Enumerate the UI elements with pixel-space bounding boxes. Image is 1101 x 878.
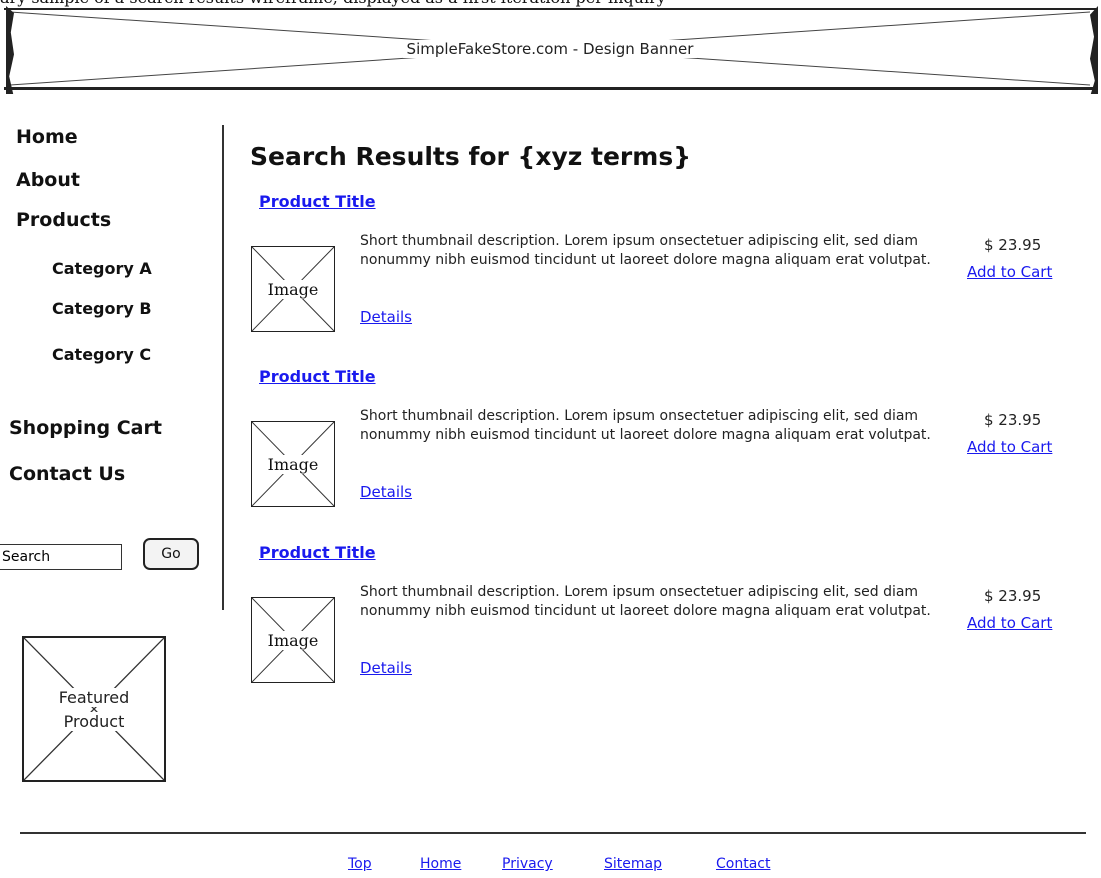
- product-description: Short thumbnail description. Lorem ipsum…: [360, 233, 931, 268]
- product-result: Product Title Image Short thumbnail desc…: [250, 543, 1080, 713]
- footer-link-top[interactable]: Top: [348, 856, 372, 872]
- nav-category-c[interactable]: Category C: [52, 345, 151, 364]
- thumbnail-label: Image: [266, 455, 320, 474]
- product-thumbnail[interactable]: Image: [251, 246, 335, 332]
- product-price: $ 23.95: [984, 411, 1042, 429]
- nav-category-a[interactable]: Category A: [52, 259, 152, 278]
- design-banner: SimpleFakeStore.com - Design Banner: [4, 6, 1098, 94]
- product-description: Short thumbnail description. Lorem ipsum…: [360, 408, 931, 443]
- banner-text: SimpleFakeStore.com - Design Banner: [402, 40, 698, 58]
- details-link[interactable]: Details: [360, 659, 412, 677]
- featured-label-line2: Product: [61, 712, 127, 731]
- add-to-cart-link[interactable]: Add to Cart: [967, 614, 1052, 632]
- product-price: $ 23.95: [984, 587, 1042, 605]
- product-description: Short thumbnail description. Lorem ipsum…: [360, 584, 931, 619]
- product-title-link[interactable]: Product Title: [259, 543, 376, 562]
- thumbnail-label: Image: [266, 280, 320, 299]
- footer-link-home[interactable]: Home: [420, 856, 461, 872]
- nav-category-b[interactable]: Category B: [52, 299, 152, 318]
- product-result: Product Title Image Short thumbnail desc…: [250, 192, 1080, 362]
- product-thumbnail[interactable]: Image: [251, 421, 335, 507]
- footer-divider: [20, 832, 1086, 834]
- product-result: Product Title Image Short thumbnail desc…: [250, 367, 1080, 537]
- footer-link-sitemap[interactable]: Sitemap: [604, 856, 662, 872]
- footer-link-privacy[interactable]: Privacy: [502, 856, 553, 872]
- details-link[interactable]: Details: [360, 308, 412, 326]
- details-link[interactable]: Details: [360, 483, 412, 501]
- nav-products[interactable]: Products: [16, 209, 111, 231]
- product-thumbnail[interactable]: Image: [251, 597, 335, 683]
- product-title-link[interactable]: Product Title: [259, 192, 376, 211]
- nav-about[interactable]: About: [16, 169, 80, 191]
- product-title-link[interactable]: Product Title: [259, 367, 376, 386]
- nav-contact-us[interactable]: Contact Us: [9, 463, 125, 485]
- featured-label-line1: Featured: [56, 688, 132, 707]
- search-input[interactable]: [0, 544, 122, 570]
- go-button[interactable]: Go: [143, 538, 199, 570]
- add-to-cart-link[interactable]: Add to Cart: [967, 438, 1052, 456]
- sidebar-divider: [222, 125, 224, 610]
- nav-shopping-cart[interactable]: Shopping Cart: [9, 417, 162, 439]
- add-to-cart-link[interactable]: Add to Cart: [967, 263, 1052, 281]
- nav-home[interactable]: Home: [16, 126, 78, 148]
- product-price: $ 23.95: [984, 236, 1042, 254]
- footer-link-contact[interactable]: Contact: [716, 856, 770, 872]
- page-title: Search Results for {xyz terms}: [250, 142, 691, 171]
- thumbnail-label: Image: [266, 631, 320, 650]
- top-caption: ary sample of a search results wireframe…: [0, 0, 900, 8]
- featured-product[interactable]: Featured Product: [22, 636, 166, 782]
